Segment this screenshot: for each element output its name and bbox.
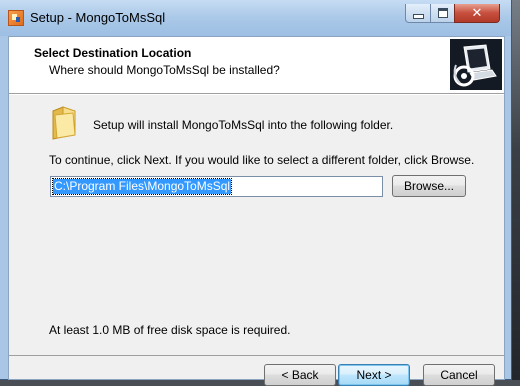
back-button[interactable]: < Back (264, 364, 336, 386)
page-subtitle: Where should MongoToMsSql be installed? (49, 63, 280, 77)
footer-divider (9, 355, 504, 356)
cancel-button[interactable]: Cancel (423, 364, 495, 386)
minimize-icon (412, 13, 424, 19)
title-bar[interactable]: Setup - MongoToMsSql ✕ (0, 0, 511, 36)
wizard-header: Select Destination Location Where should… (9, 37, 504, 94)
setup-window: Setup - MongoToMsSql ✕ Select Destinatio… (0, 0, 512, 386)
close-button[interactable]: ✕ (454, 4, 500, 23)
header-divider (9, 94, 504, 95)
browse-button[interactable]: Browse... (392, 175, 466, 197)
minimize-button[interactable] (405, 4, 431, 23)
installer-computer-icon (450, 39, 502, 90)
setup-app-icon (8, 10, 24, 26)
maximize-icon (437, 8, 448, 18)
wizard-page: Select Destination Location Where should… (8, 36, 505, 386)
folder-icon (49, 105, 79, 144)
window-title: Setup - MongoToMsSql (30, 10, 166, 25)
next-button[interactable]: Next > (338, 364, 410, 386)
install-message: Setup will install MongoToMsSql into the… (93, 118, 394, 132)
maximize-button[interactable] (430, 4, 455, 23)
page-title: Select Destination Location (34, 46, 192, 60)
destination-path-value: C:\Program Files\MongoToMsSql (51, 178, 233, 195)
close-icon: ✕ (471, 5, 483, 21)
continue-instructions: To continue, click Next. If you would li… (49, 153, 475, 167)
disk-space-requirement: At least 1.0 MB of free disk space is re… (49, 323, 291, 337)
